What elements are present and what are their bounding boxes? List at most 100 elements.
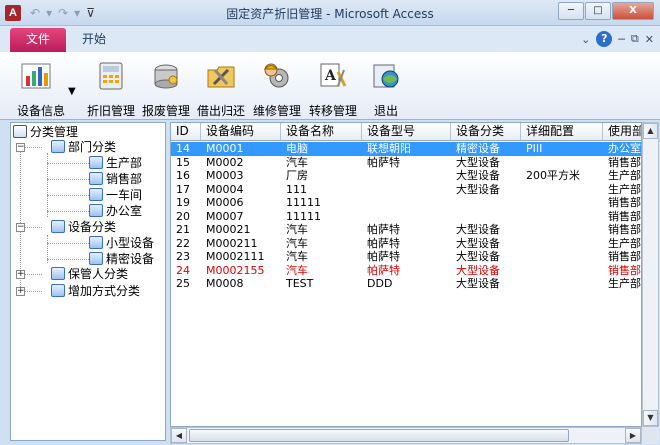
table-row[interactable]: 19 M0006 11111 销售部 — [171, 196, 641, 210]
table-cell[interactable]: 生产部 — [603, 183, 641, 197]
table-cell[interactable]: 帕萨特 — [362, 223, 451, 237]
table-row[interactable]: 17 M0004 111 大型设备 生产部 — [171, 183, 641, 197]
tree-collapse-toggle[interactable]: − — [16, 143, 25, 152]
table-cell[interactable]: 22 — [171, 237, 201, 251]
table-cell[interactable]: 25 — [171, 277, 201, 291]
restore-icon[interactable]: ⧉ — [631, 32, 639, 46]
table-cell[interactable] — [521, 237, 603, 251]
tree-expand-toggle[interactable]: + — [16, 270, 25, 279]
ribbon-button-scrap[interactable]: 报废管理 — [140, 58, 192, 118]
tree-node-dept-item[interactable]: 办公室 — [89, 203, 142, 219]
table-row[interactable]: 16 M0003 厂房 大型设备 200平方米 生产部 — [171, 169, 641, 183]
table-cell[interactable] — [521, 210, 603, 224]
column-header[interactable]: 设备型号 — [362, 123, 451, 141]
table-row[interactable]: 22 M000211 汽车 帕萨特 大型设备 生产部 — [171, 237, 641, 251]
table-cell[interactable] — [451, 196, 521, 210]
table-cell[interactable]: 销售部 — [603, 156, 641, 170]
column-header[interactable]: 使用部 — [603, 123, 641, 141]
table-cell[interactable]: 帕萨特 — [362, 237, 451, 251]
tree-node-dept[interactable]: 部门分类 — [51, 139, 116, 155]
table-cell[interactable]: 11111 — [281, 210, 362, 224]
tree-node-root[interactable]: 分类管理 — [13, 124, 78, 140]
tab-file[interactable]: 文件 — [10, 28, 66, 52]
table-cell[interactable]: 大型设备 — [451, 169, 521, 183]
table-cell[interactable]: 24 — [171, 264, 201, 278]
chevron-down-icon[interactable]: ⌄ — [581, 33, 590, 46]
table-cell[interactable]: 生产部 — [603, 277, 641, 291]
table-cell[interactable]: DDD — [362, 277, 451, 291]
table-cell[interactable]: 17 — [171, 183, 201, 197]
scroll-thumb[interactable] — [189, 429, 569, 442]
minimize-button[interactable]: ─ — [558, 2, 584, 20]
tree-node-dept-item[interactable]: 生产部 — [89, 155, 142, 171]
column-header[interactable]: 设备分类 — [451, 123, 521, 141]
table-row[interactable]: 23 M0002111 汽车 帕萨特 大型设备 销售部 — [171, 250, 641, 264]
table-cell[interactable]: 20 — [171, 210, 201, 224]
table-row[interactable]: 21 M00021 汽车 帕萨特 大型设备 销售部 — [171, 223, 641, 237]
table-cell[interactable]: 联想朝阳 — [362, 142, 451, 156]
table-cell[interactable]: 汽车 — [281, 237, 362, 251]
table-cell[interactable]: 23 — [171, 250, 201, 264]
table-cell[interactable]: 帕萨特 — [362, 250, 451, 264]
minimize-icon[interactable]: ─ — [618, 33, 625, 46]
table-cell[interactable] — [521, 277, 603, 291]
ribbon-button-depreciation[interactable]: 折旧管理 — [84, 58, 138, 118]
table-cell[interactable] — [362, 196, 451, 210]
tree-collapse-toggle[interactable]: − — [16, 223, 25, 232]
vertical-scrollbar[interactable]: ▲ ▼ — [642, 122, 659, 427]
table-cell[interactable]: M000211 — [201, 237, 281, 251]
table-cell[interactable] — [362, 169, 451, 183]
table-cell[interactable]: 19 — [171, 196, 201, 210]
close-button[interactable]: X — [612, 2, 654, 20]
table-cell[interactable]: 大型设备 — [451, 264, 521, 278]
close-icon[interactable]: ✕ — [645, 33, 654, 46]
tree-node-addmode[interactable]: 增加方式分类 — [51, 283, 140, 299]
column-header[interactable]: 设备编码 — [201, 123, 281, 141]
table-cell[interactable]: M00021 — [201, 223, 281, 237]
table-cell[interactable] — [521, 183, 603, 197]
table-cell[interactable]: 汽车 — [281, 264, 362, 278]
table-cell[interactable]: M0006 — [201, 196, 281, 210]
table-cell[interactable]: 14 — [171, 142, 201, 156]
tree-node-equip-item[interactable]: 精密设备 — [89, 251, 154, 267]
table-cell[interactable]: 大型设备 — [451, 223, 521, 237]
dropdown-arrow-icon[interactable]: ▼ — [68, 86, 76, 97]
table-cell[interactable]: 大型设备 — [451, 250, 521, 264]
table-cell[interactable] — [521, 264, 603, 278]
table-cell[interactable]: 21 — [171, 223, 201, 237]
table-cell[interactable]: 大型设备 — [451, 183, 521, 197]
table-cell[interactable]: 11111 — [281, 196, 362, 210]
table-cell[interactable]: 200平方米 — [521, 169, 603, 183]
ribbon-button-transfer[interactable]: A 转移管理 — [306, 58, 360, 118]
tree-node-dept-item[interactable]: 销售部 — [89, 171, 142, 187]
table-cell[interactable]: 生产部 — [603, 237, 641, 251]
column-header[interactable]: ID — [171, 123, 201, 141]
table-row[interactable]: 24 M0002155 汽车 帕萨特 大型设备 销售部 — [171, 264, 641, 278]
table-row[interactable]: 14 M0001 电脑 联想朝阳 精密设备 PIII 办公室 — [171, 142, 641, 156]
tree-node-equip-item[interactable]: 小型设备 — [89, 235, 154, 251]
table-cell[interactable]: M0001 — [201, 142, 281, 156]
scroll-down-icon[interactable]: ▼ — [643, 410, 658, 426]
table-cell[interactable]: M0007 — [201, 210, 281, 224]
table-cell[interactable]: 帕萨特 — [362, 264, 451, 278]
table-cell[interactable]: TEST — [281, 277, 362, 291]
table-cell[interactable] — [521, 223, 603, 237]
table-cell[interactable]: 汽车 — [281, 223, 362, 237]
table-cell[interactable] — [521, 156, 603, 170]
ribbon-button-repair[interactable]: 维修管理 — [250, 58, 304, 118]
restore-button[interactable]: □ — [585, 2, 611, 20]
tree-node-dept-item[interactable]: 一车间 — [89, 187, 142, 203]
table-cell[interactable]: 销售部 — [603, 196, 641, 210]
table-cell[interactable] — [521, 196, 603, 210]
table-cell[interactable]: M0002111 — [201, 250, 281, 264]
table-cell[interactable]: PIII — [521, 142, 603, 156]
scroll-right-icon[interactable]: ▶ — [625, 428, 641, 443]
tree-node-equip[interactable]: 设备分类 — [51, 219, 116, 235]
scroll-left-icon[interactable]: ◀ — [171, 428, 187, 443]
ribbon-button-exit[interactable]: 退出 — [364, 58, 408, 118]
table-cell[interactable]: 厂房 — [281, 169, 362, 183]
table-cell[interactable] — [451, 210, 521, 224]
table-cell[interactable]: 大型设备 — [451, 277, 521, 291]
table-row[interactable]: 25 M0008 TEST DDD 大型设备 生产部 — [171, 277, 641, 291]
table-cell[interactable]: 帕萨特 — [362, 156, 451, 170]
